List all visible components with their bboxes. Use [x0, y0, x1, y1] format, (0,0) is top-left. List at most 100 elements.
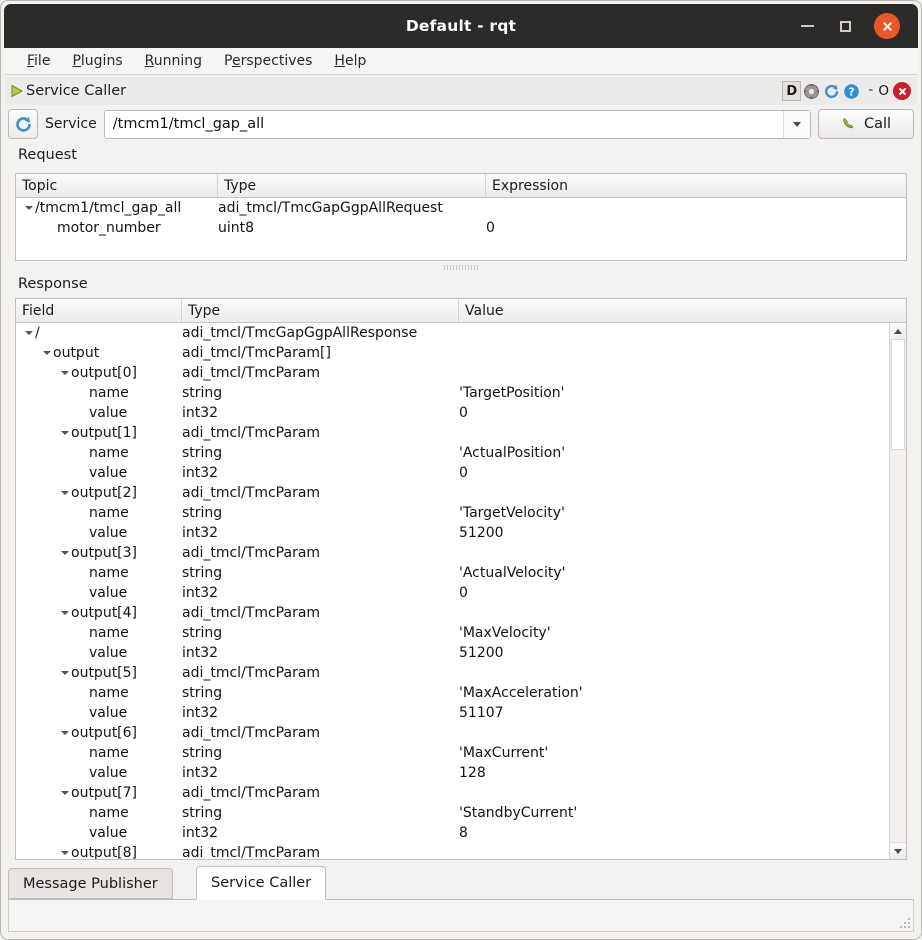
menu-item-file[interactable]: File [18, 50, 59, 72]
table-row[interactable]: valueint320 [16, 583, 889, 603]
row-value-cell[interactable]: 8 [459, 825, 889, 841]
menu-item-perspectives[interactable]: Perspectives [215, 50, 321, 72]
table-row[interactable]: output[7]adi_tmcl/TmcParam [16, 783, 889, 803]
service-input[interactable]: /tmcm1/tmcl_gap_all [105, 116, 783, 132]
table-row[interactable]: /tmcm1/tmcl_gap_alladi_tmcl/TmcGapGgpAll… [16, 198, 906, 218]
row-field-label: name [89, 505, 129, 521]
table-row[interactable]: valueint320 [16, 403, 889, 423]
table-row[interactable]: output[6]adi_tmcl/TmcParam [16, 723, 889, 743]
row-value-cell[interactable]: 'TargetPosition' [459, 385, 889, 401]
dock-letter-d-button[interactable]: D [782, 82, 801, 101]
scroll-up-button[interactable] [890, 323, 906, 340]
row-value-cell[interactable]: 128 [459, 765, 889, 781]
dock-close-button[interactable] [893, 82, 911, 100]
row-value-cell[interactable]: 'MaxAcceleration' [459, 685, 889, 701]
row-type-cell: string [182, 565, 459, 581]
row-value-cell[interactable]: 51200 [459, 525, 889, 541]
dock-minimize-button[interactable]: - [861, 82, 878, 101]
row-field-label: output[0] [71, 365, 137, 381]
row-value-cell[interactable]: 'StandbyCurrent' [459, 805, 889, 821]
panel-splitter[interactable] [15, 263, 907, 272]
tab-service-caller[interactable]: Service Caller [196, 866, 326, 900]
column-header-field[interactable]: Field [16, 299, 182, 322]
table-row[interactable]: valueint328 [16, 823, 889, 843]
column-header-topic[interactable]: Topic [16, 174, 218, 197]
row-value-cell[interactable]: 0 [486, 220, 904, 236]
reload-button[interactable] [822, 82, 841, 101]
row-value-cell[interactable]: 0 [459, 465, 889, 481]
row-value-cell[interactable]: 'MaxVelocity' [459, 625, 889, 641]
row-value-cell[interactable]: 'ActualVelocity' [459, 565, 889, 581]
expand-toggle[interactable] [58, 551, 71, 555]
expand-toggle[interactable] [58, 611, 71, 615]
table-row[interactable]: namestring'MaxCurrent' [16, 743, 889, 763]
row-value-cell[interactable]: 51200 [459, 645, 889, 661]
maximize-button[interactable] [836, 17, 854, 35]
table-row[interactable]: output[4]adi_tmcl/TmcParam [16, 603, 889, 623]
table-row[interactable]: output[3]adi_tmcl/TmcParam [16, 543, 889, 563]
row-value-cell[interactable]: 0 [459, 585, 889, 601]
row-value-cell[interactable]: 'ActualPosition' [459, 445, 889, 461]
table-row[interactable]: namestring'ActualVelocity' [16, 563, 889, 583]
row-value-cell[interactable]: 51107 [459, 705, 889, 721]
expand-toggle[interactable] [58, 671, 71, 675]
menu-item-running[interactable]: Running [136, 50, 211, 72]
response-vertical-scrollbar[interactable] [889, 323, 906, 859]
table-row[interactable]: valueint320 [16, 463, 889, 483]
table-row[interactable]: namestring'TargetVelocity' [16, 503, 889, 523]
row-type-cell: adi_tmcl/TmcParam[] [182, 345, 459, 361]
service-combobox[interactable]: /tmcm1/tmcl_gap_all [104, 110, 811, 139]
dock-float-button[interactable]: O [878, 83, 893, 99]
row-value-cell[interactable]: 0 [459, 405, 889, 421]
row-value-cell[interactable]: 'TargetVelocity' [459, 505, 889, 521]
table-row[interactable]: output[2]adi_tmcl/TmcParam [16, 483, 889, 503]
table-row[interactable]: namestring'MaxAcceleration' [16, 683, 889, 703]
table-row[interactable]: valueint3251200 [16, 643, 889, 663]
table-row[interactable]: outputadi_tmcl/TmcParam[] [16, 343, 889, 363]
expand-toggle[interactable] [58, 371, 71, 375]
row-field-label: value [89, 585, 127, 601]
row-field-cell: value [16, 585, 182, 601]
expand-toggle[interactable] [58, 731, 71, 735]
table-row[interactable]: valueint32128 [16, 763, 889, 783]
table-row[interactable]: namestring'StandbyCurrent' [16, 803, 889, 823]
scrollbar-thumb[interactable] [891, 339, 905, 450]
help-button[interactable]: ? [842, 82, 861, 101]
close-button[interactable] [874, 13, 900, 39]
menu-item-plugins[interactable]: Plugins [63, 50, 131, 72]
scroll-down-button[interactable] [890, 842, 906, 859]
expand-toggle[interactable] [22, 206, 35, 210]
table-row[interactable]: output[8]adi_tmcl/TmcParam [16, 843, 889, 860]
table-row[interactable]: valueint3251107 [16, 703, 889, 723]
tab-message-publisher[interactable]: Message Publisher [8, 868, 173, 899]
column-header-type[interactable]: Type [182, 299, 459, 322]
table-row[interactable]: output[0]adi_tmcl/TmcParam [16, 363, 889, 383]
expand-toggle[interactable] [58, 431, 71, 435]
expand-toggle[interactable] [40, 351, 53, 355]
service-dropdown-button[interactable] [783, 111, 810, 138]
expand-toggle[interactable] [58, 851, 71, 855]
column-header-expression[interactable]: Expression [486, 174, 904, 197]
table-row[interactable]: output[1]adi_tmcl/TmcParam [16, 423, 889, 443]
minimize-button[interactable] [798, 17, 816, 35]
table-row[interactable]: namestring'TargetPosition' [16, 383, 889, 403]
column-header-type[interactable]: Type [218, 174, 486, 197]
row-field-label: name [89, 805, 129, 821]
table-row[interactable]: output[5]adi_tmcl/TmcParam [16, 663, 889, 683]
row-value-cell[interactable]: 'MaxCurrent' [459, 745, 889, 761]
table-row[interactable]: valueint3251200 [16, 523, 889, 543]
expand-toggle[interactable] [58, 491, 71, 495]
table-row[interactable]: /adi_tmcl/TmcGapGgpAllResponse [16, 323, 889, 343]
gear-button[interactable] [802, 82, 821, 101]
call-button[interactable]: Call [818, 109, 914, 139]
table-row[interactable]: namestring'ActualPosition' [16, 443, 889, 463]
refresh-services-button[interactable] [8, 109, 38, 139]
chevron-up-icon [894, 329, 902, 334]
table-row[interactable]: motor_numberuint80 [16, 218, 906, 238]
column-header-value[interactable]: Value [459, 299, 889, 322]
table-row[interactable]: namestring'MaxVelocity' [16, 623, 889, 643]
expand-toggle[interactable] [22, 331, 35, 335]
resize-grip-icon[interactable] [898, 916, 910, 928]
menu-item-help[interactable]: Help [325, 50, 375, 72]
expand-toggle[interactable] [58, 791, 71, 795]
